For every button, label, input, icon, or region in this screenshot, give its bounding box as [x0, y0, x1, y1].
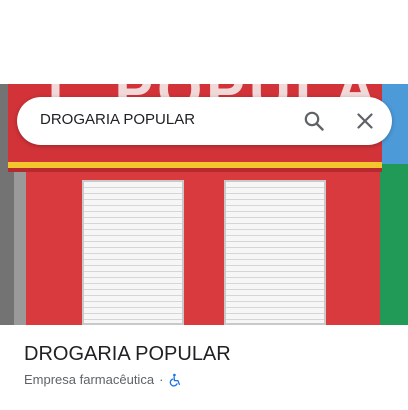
- separator-dot: ·: [159, 372, 164, 387]
- place-subtitle: Empresa farmacêutica ·: [24, 372, 182, 387]
- store-shutter-right: [224, 180, 326, 325]
- sign-under-strip: [8, 168, 382, 172]
- store-shutter-left: [82, 180, 184, 325]
- top-blank-area: [0, 0, 408, 84]
- place-title: DROGARIA POPULAR: [24, 343, 231, 365]
- place-category: Empresa farmacêutica: [24, 372, 155, 387]
- search-icon[interactable]: [302, 109, 326, 133]
- search-input[interactable]: DROGARIA POPULAR: [40, 111, 195, 128]
- search-bar[interactable]: DROGARIA POPULAR: [17, 97, 392, 145]
- wheelchair-icon: [168, 373, 182, 387]
- close-icon[interactable]: [353, 109, 377, 133]
- photo-green-wall: [380, 164, 408, 325]
